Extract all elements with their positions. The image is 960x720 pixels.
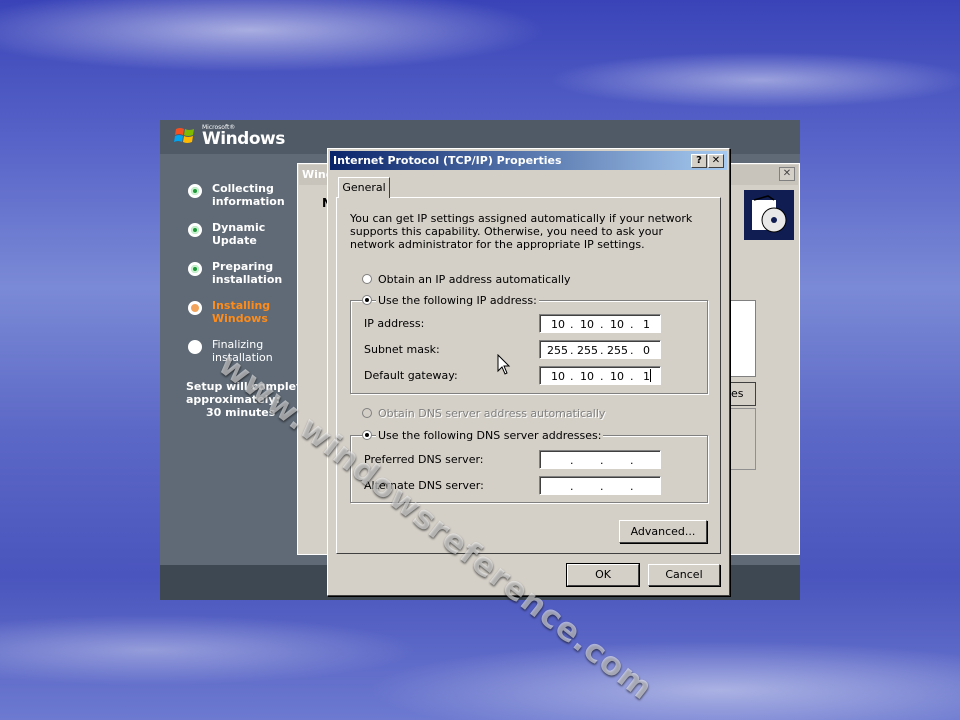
- step-collecting-information: Collecting information: [186, 182, 296, 212]
- dialog-title-bar: Internet Protocol (TCP/IP) Properties ? …: [330, 151, 727, 170]
- alternate-dns-label: Alternate DNS server:: [364, 479, 484, 492]
- obtain-ip-automatically-label[interactable]: Obtain an IP address automatically: [378, 273, 571, 286]
- step-label: Dynamic Update: [212, 221, 266, 247]
- step-preparing-installation: Preparing installation: [186, 260, 296, 290]
- use-following-ip-label[interactable]: Use the following IP address:: [376, 294, 539, 307]
- step-finalizing-installation: Finalizing installation: [186, 338, 296, 368]
- tab-general[interactable]: General: [338, 177, 390, 198]
- mouse-pointer-icon: [497, 354, 511, 375]
- close-button[interactable]: ✕: [708, 154, 724, 168]
- setup-time-remaining: Setup will complete approximately: 30 mi…: [186, 380, 309, 419]
- intro-text: You can get IP settings assigned automat…: [350, 212, 693, 251]
- step-current-icon: [188, 301, 202, 315]
- use-following-dns-label[interactable]: Use the following DNS server addresses:: [376, 429, 604, 442]
- ok-button[interactable]: OK: [566, 563, 640, 587]
- step-dynamic-update: Dynamic Update: [186, 221, 296, 251]
- step-label: Finalizing installation: [212, 338, 273, 364]
- step-label: Preparing installation: [212, 260, 283, 286]
- step-complete-icon: [188, 262, 202, 276]
- advanced-button[interactable]: Advanced...: [619, 520, 707, 543]
- obtain-dns-automatically-radio[interactable]: [362, 408, 372, 418]
- close-icon[interactable]: ✕: [779, 167, 795, 181]
- windows-flag-icon: [174, 128, 194, 143]
- use-following-ip-radio[interactable]: [362, 295, 372, 305]
- preferred-dns-label: Preferred DNS server:: [364, 453, 484, 466]
- ip-address-label: IP address:: [364, 317, 425, 330]
- tcpip-properties-dialog: Internet Protocol (TCP/IP) Properties ? …: [327, 148, 730, 596]
- setup-disc-icon: [744, 190, 794, 240]
- default-gateway-label: Default gateway:: [364, 369, 458, 382]
- step-installing-windows: Installing Windows: [186, 299, 296, 329]
- step-pending-icon: [188, 340, 202, 354]
- cancel-button[interactable]: Cancel: [648, 564, 720, 586]
- step-label: Installing Windows: [212, 299, 271, 325]
- subnet-mask-field[interactable]: 255. 255. 255. 0: [539, 340, 661, 359]
- ip-address-field[interactable]: 10. 10. 10. 1: [539, 314, 661, 333]
- step-complete-icon: [188, 184, 202, 198]
- subnet-mask-label: Subnet mask:: [364, 343, 440, 356]
- preferred-dns-field[interactable]: . . .: [539, 450, 661, 469]
- obtain-dns-automatically-label[interactable]: Obtain DNS server address automatically: [378, 407, 605, 420]
- help-button[interactable]: ?: [691, 154, 707, 168]
- windows-wordmark: Windows: [202, 129, 285, 149]
- dialog-title: Internet Protocol (TCP/IP) Properties: [333, 154, 562, 167]
- description-panel: [728, 408, 756, 470]
- text-caret: [650, 369, 651, 382]
- step-complete-icon: [188, 223, 202, 237]
- step-label: Collecting information: [212, 182, 285, 208]
- list-panel: [728, 300, 756, 377]
- use-following-dns-radio[interactable]: [362, 430, 372, 440]
- alternate-dns-field[interactable]: . . .: [539, 476, 661, 495]
- time-remaining-value: 30 minutes: [206, 406, 276, 419]
- default-gateway-field[interactable]: 10. 10. 10. 1: [539, 366, 661, 385]
- obtain-ip-automatically-radio[interactable]: [362, 274, 372, 284]
- properties-button[interactable]: es: [730, 382, 756, 406]
